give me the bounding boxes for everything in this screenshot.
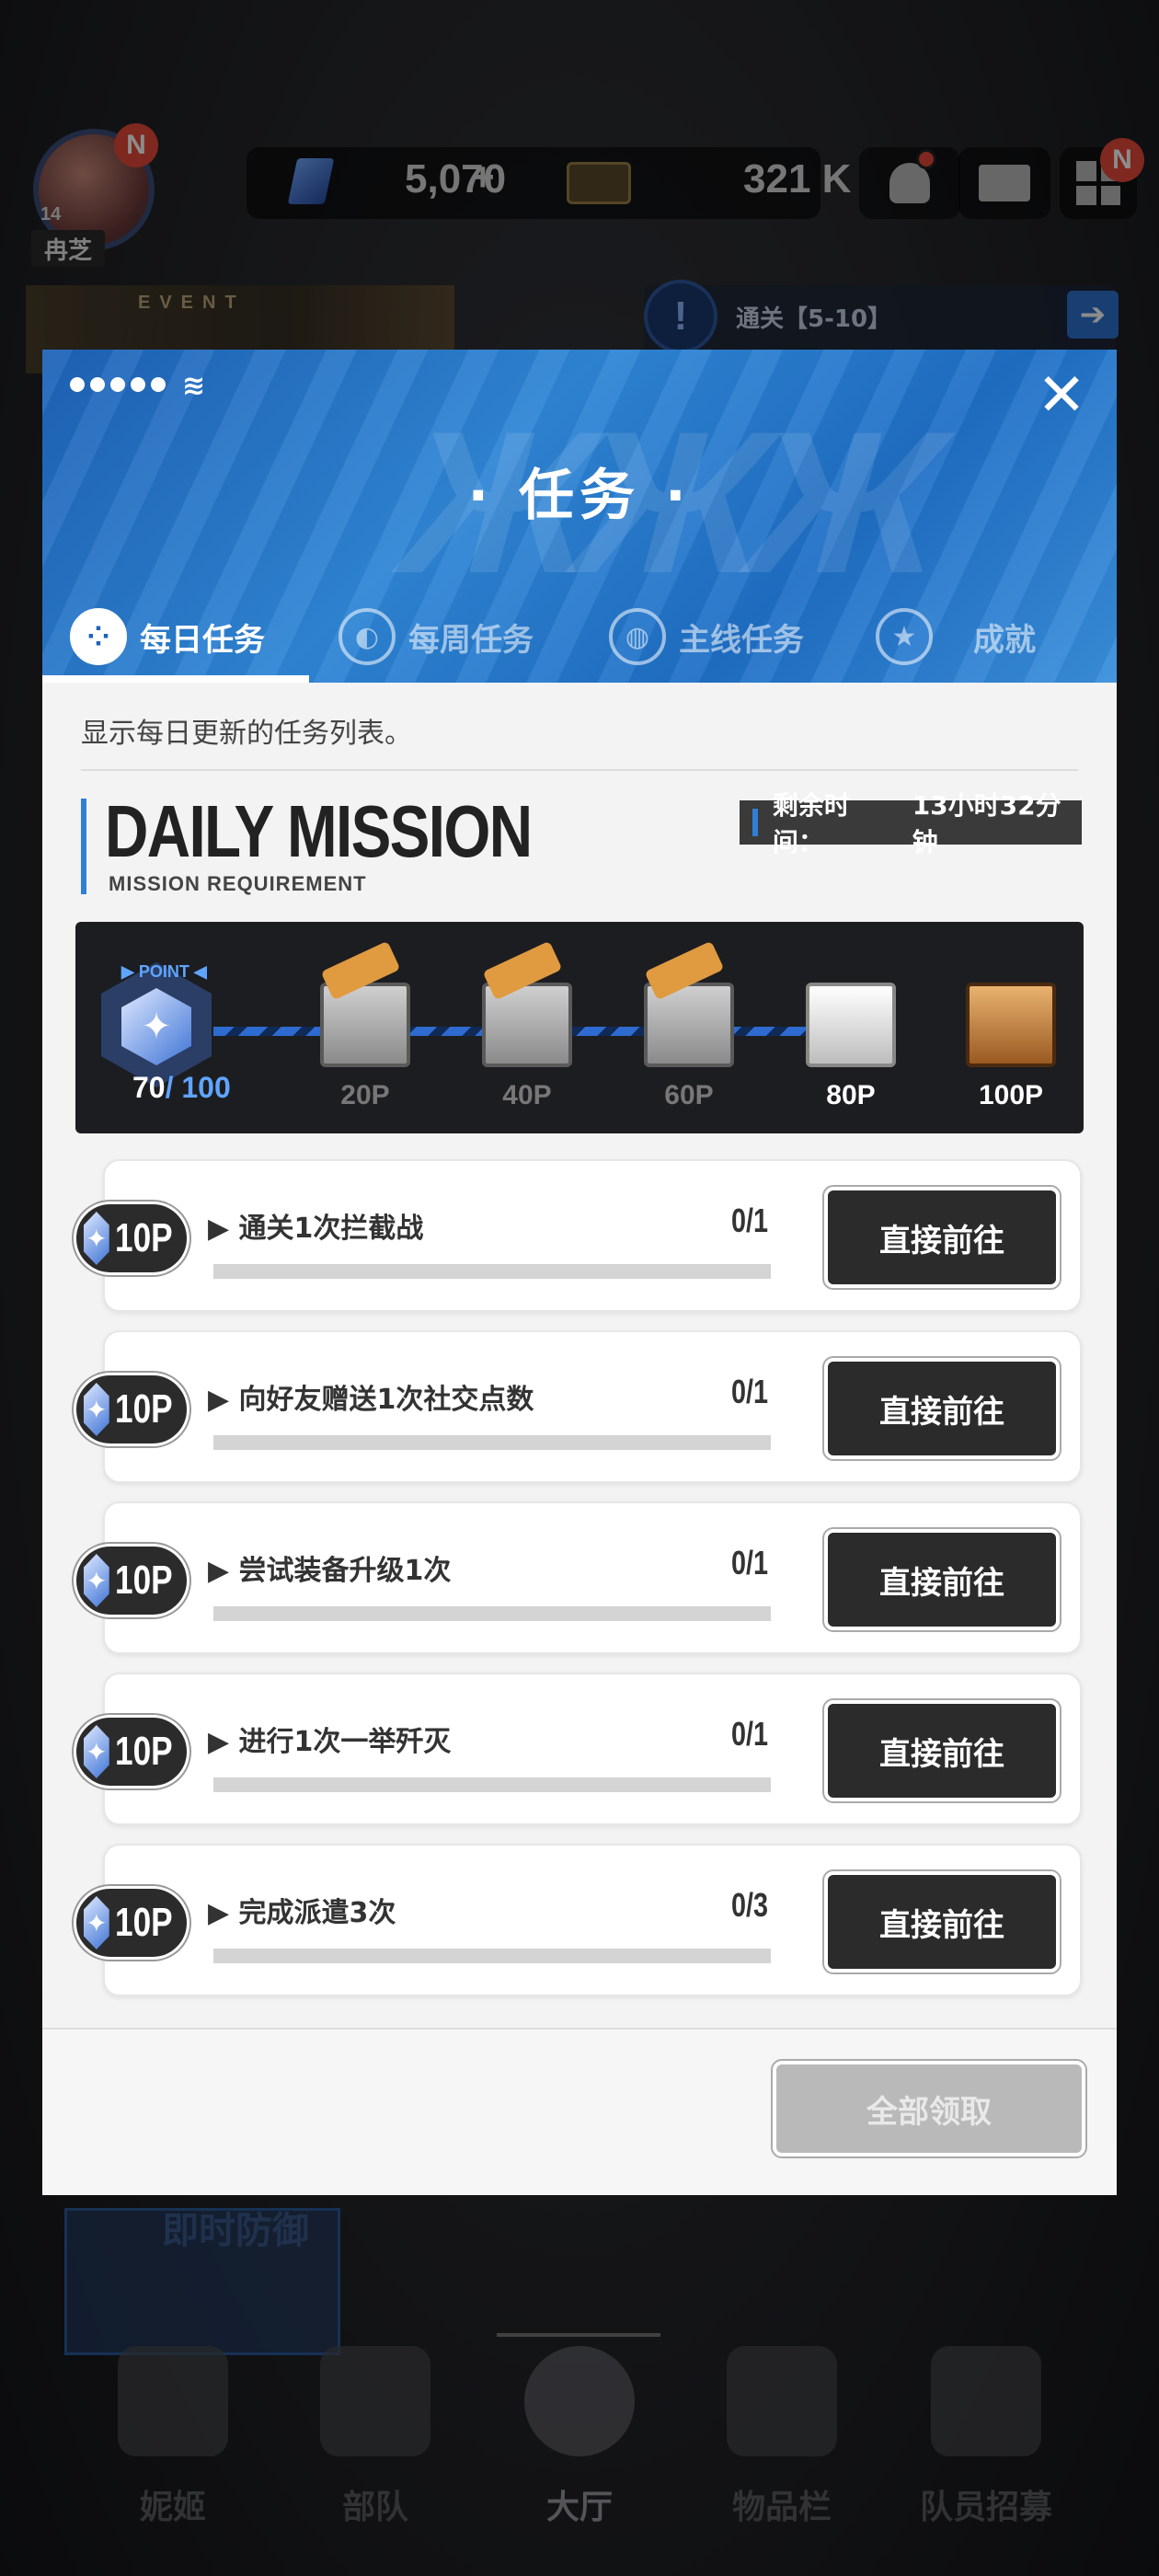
mission-count: 0/1 [731, 1373, 769, 1410]
mission-progress-bar [213, 1435, 771, 1450]
timer-label: 剩余时间： [772, 790, 850, 857]
mission-count: 0/1 [731, 1715, 769, 1753]
section-title: DAILY MISSION [105, 790, 533, 872]
points-value: 10P [114, 1215, 173, 1260]
points-badge: ✦ 10P [74, 1715, 189, 1788]
point-total: / 100 [165, 1071, 231, 1104]
reward-chest-60[interactable]: 60P [629, 940, 749, 1124]
weekly-icon: ◐ [339, 608, 396, 665]
mission-count: 0/1 [731, 1202, 769, 1239]
point-icon: ✦ [84, 1554, 109, 1607]
wifi-icon: ≋ [182, 370, 206, 402]
reward-box-80[interactable]: 80P [791, 949, 911, 1124]
reward-label: 20P [340, 1080, 390, 1110]
points-value: 10P [114, 1558, 173, 1603]
mission-row: ✦ 10P ▶ 尝试装备升级1次 0/1 直接前往 [74, 1501, 1082, 1654]
globe-icon: ◍ [609, 608, 666, 665]
mission-text: ▶ 向好友赠送1次社交点数 [208, 1384, 534, 1416]
reward-label: 40P [502, 1080, 552, 1110]
mission-text: ▶ 通关1次拦截战 [208, 1213, 424, 1245]
mission-progress-bar [213, 1949, 771, 1963]
tab-label: 主线任务 [679, 621, 804, 659]
tab-label: 成就 [973, 621, 1036, 659]
mission-progress-bar [213, 1777, 771, 1792]
point-progress-panel: ✦ ▶ POINT ◀ 70/ 100 20P 40P 60P 80P 100P [75, 922, 1084, 1133]
tab-main[interactable]: ◍ 主线任务 [609, 591, 804, 683]
signal-icon [70, 377, 166, 392]
tab-label: 每周任务 [408, 621, 534, 659]
mission-row: ✦ 10P ▶ 完成派遣3次 0/3 直接前往 [74, 1844, 1082, 1996]
point-icon: ✦ [84, 1725, 109, 1778]
tab-achievement[interactable]: ★ 成就 [876, 591, 1036, 683]
tab-weekly[interactable]: ◐ 每周任务 [339, 591, 534, 683]
box-icon [966, 983, 1056, 1067]
point-value: 70/ 100 [132, 1071, 231, 1105]
mission-progress-bar [213, 1606, 771, 1621]
reward-label: 60P [664, 1080, 714, 1110]
reward-label: 100P [978, 1080, 1044, 1110]
daily-icon: ⁘ [70, 608, 127, 665]
modal-title: · 任务 · [467, 464, 692, 528]
mission-text: ▶ 进行1次一举歼灭 [208, 1726, 452, 1758]
points-value: 10P [114, 1386, 173, 1432]
star-icon: ★ [876, 608, 933, 665]
reward-label: 80P [826, 1080, 876, 1110]
divider [81, 769, 1078, 771]
go-button[interactable]: 直接前往 [824, 1529, 1060, 1630]
box-icon [806, 983, 896, 1067]
claim-all-button[interactable]: 全部领取 [773, 2061, 1085, 2156]
tab-description: 显示每日更新的任务列表。 [81, 718, 412, 750]
point-icon: ✦ [84, 1896, 109, 1949]
mission-row: ✦ 10P ▶ 通关1次拦截战 0/1 直接前往 [74, 1159, 1082, 1312]
go-button[interactable]: 直接前往 [824, 1358, 1060, 1459]
go-button[interactable]: 直接前往 [824, 1700, 1060, 1801]
tab-label: 每日任务 [140, 621, 265, 659]
mission-row: ✦ 10P ▶ 向好友赠送1次社交点数 0/1 直接前往 [74, 1330, 1082, 1483]
section-accent [81, 799, 86, 894]
points-badge: ✦ 10P [74, 1202, 189, 1275]
close-button[interactable]: ✕ [1034, 366, 1089, 425]
points-value: 10P [114, 1900, 173, 1945]
modal-header: ЖЖЖ ≋ ✕ · 任务 · ⁘ 每日任务 ◐ 每周任务 ◍ 主线任务 ★ 成就 [42, 350, 1117, 683]
mission-modal: ЖЖЖ ≋ ✕ · 任务 · ⁘ 每日任务 ◐ 每周任务 ◍ 主线任务 ★ 成就 显示每… [42, 350, 1117, 2195]
timer-value: 13小时32分钟 [912, 790, 1061, 857]
reward-box-100[interactable]: 100P [951, 949, 1071, 1124]
mission-text: ▶ 完成派遣3次 [208, 1897, 396, 1929]
remaining-time: 剩余时间： 13小时32分钟 [740, 790, 1082, 857]
points-badge: ✦ 10P [74, 1886, 189, 1960]
point-icon: ✦ [84, 1212, 109, 1265]
mission-tabs: ⁘ 每日任务 ◐ 每周任务 ◍ 主线任务 ★ 成就 [42, 591, 1117, 683]
mission-text: ▶ 尝试装备升级1次 [208, 1555, 452, 1587]
reward-chest-40[interactable]: 40P [467, 940, 587, 1124]
point-icon: ✦ [84, 1383, 109, 1436]
mission-count: 0/3 [731, 1886, 769, 1924]
active-tab-indicator [42, 675, 309, 683]
section-subtitle: MISSION REQUIREMENT [109, 872, 367, 895]
mission-row: ✦ 10P ▶ 进行1次一举歼灭 0/1 直接前往 [74, 1673, 1082, 1825]
mission-count: 0/1 [731, 1544, 769, 1581]
points-badge: ✦ 10P [74, 1544, 189, 1617]
points-value: 10P [114, 1729, 173, 1774]
tab-daily[interactable]: ⁘ 每日任务 [70, 591, 265, 683]
mission-list[interactable]: ✦ 10P ▶ 通关1次拦截战 0/1 直接前往 ✦ 10P ▶ 向好友赠送1次社交… [42, 1159, 1117, 2009]
point-label: ▶ POINT ◀ [121, 962, 207, 981]
points-badge: ✦ 10P [74, 1373, 189, 1446]
point-current: 70 [132, 1071, 166, 1104]
mission-progress-bar [213, 1264, 771, 1279]
reward-chest-20[interactable]: 20P [305, 940, 425, 1124]
go-button[interactable]: 直接前往 [824, 1187, 1060, 1288]
go-button[interactable]: 直接前往 [824, 1871, 1060, 1972]
